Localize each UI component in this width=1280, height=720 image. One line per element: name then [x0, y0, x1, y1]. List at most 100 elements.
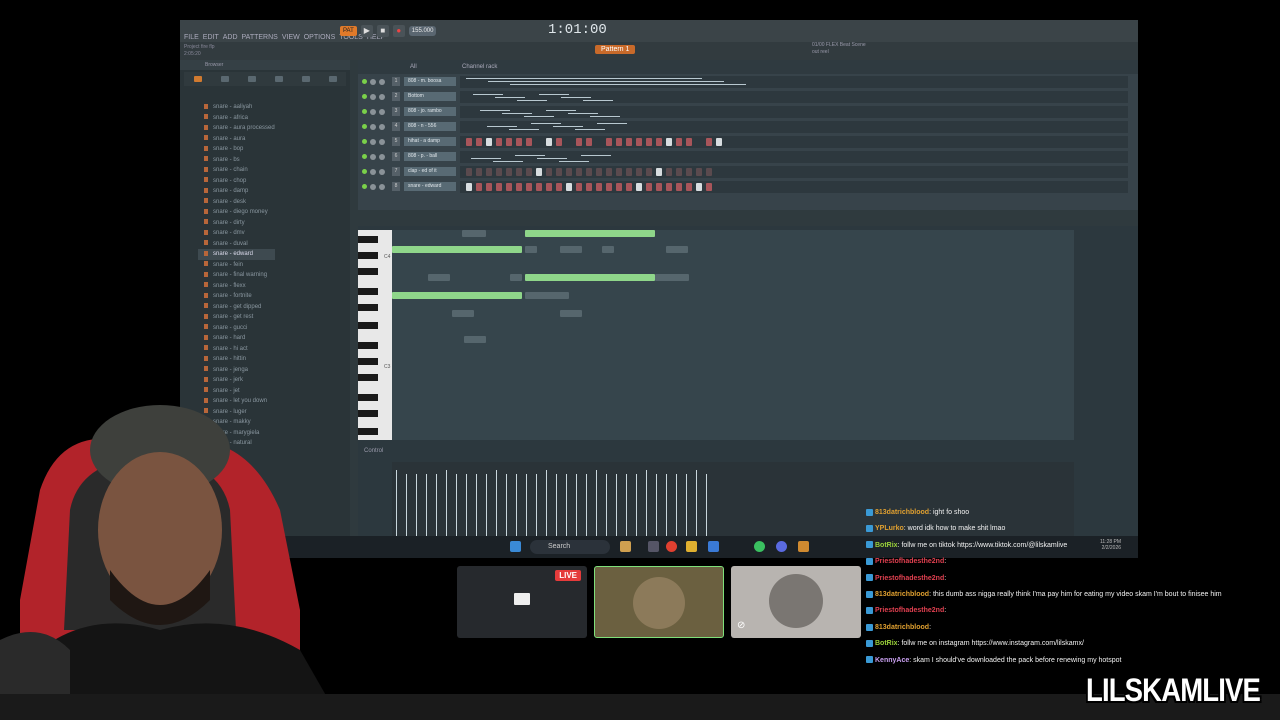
- pan-knob[interactable]: [370, 184, 376, 190]
- browser-tab-star[interactable]: [328, 76, 337, 82]
- browser-item[interactable]: snare - damp: [204, 186, 275, 197]
- midi-note[interactable]: [525, 230, 655, 237]
- pan-knob[interactable]: [370, 169, 376, 175]
- velocity-bar[interactable]: [526, 474, 527, 536]
- step-button[interactable]: [546, 138, 552, 146]
- black-key[interactable]: [358, 268, 378, 275]
- step-button[interactable]: [606, 138, 612, 146]
- channel-name-button[interactable]: 808 - m. boosa: [404, 77, 456, 86]
- channel-name-button[interactable]: hihat - a damp: [404, 137, 456, 146]
- step-button[interactable]: [526, 138, 532, 146]
- channel-pattern[interactable]: [460, 166, 1128, 178]
- pan-knob[interactable]: [370, 79, 376, 85]
- folder-icon[interactable]: [686, 541, 697, 552]
- chat-username[interactable]: YPLurko: [875, 525, 904, 532]
- step-button[interactable]: [546, 168, 552, 176]
- step-button[interactable]: [686, 168, 692, 176]
- browser-item[interactable]: snare - final warning: [204, 270, 275, 281]
- velocity-bar[interactable]: [686, 474, 687, 536]
- step-button[interactable]: [626, 183, 632, 191]
- midi-note[interactable]: [602, 246, 614, 253]
- black-key[interactable]: [358, 288, 378, 295]
- black-key[interactable]: [358, 236, 378, 243]
- velocity-bar[interactable]: [406, 474, 407, 536]
- midi-note[interactable]: [452, 310, 474, 317]
- step-button[interactable]: [536, 183, 542, 191]
- midi-note[interactable]: [462, 230, 486, 237]
- velocity-bar[interactable]: [476, 474, 477, 536]
- step-button[interactable]: [656, 183, 662, 191]
- midi-note[interactable]: [392, 246, 522, 253]
- step-button[interactable]: [516, 168, 522, 176]
- step-button[interactable]: [556, 138, 562, 146]
- volume-knob[interactable]: [379, 79, 385, 85]
- step-button[interactable]: [616, 183, 622, 191]
- channel-mute-led[interactable]: [362, 169, 367, 174]
- step-button[interactable]: [496, 138, 502, 146]
- velocity-bar[interactable]: [486, 474, 487, 536]
- step-button[interactable]: [626, 138, 632, 146]
- step-button[interactable]: [666, 138, 672, 146]
- channel-mute-led[interactable]: [362, 94, 367, 99]
- step-button[interactable]: [526, 183, 532, 191]
- browser-item[interactable]: snare - desk: [204, 197, 275, 208]
- velocity-bar[interactable]: [656, 474, 657, 536]
- volume-knob[interactable]: [379, 139, 385, 145]
- channel-row[interactable]: 3 808 - jo. rambo: [358, 106, 1138, 118]
- windows-start-icon[interactable]: [510, 541, 521, 552]
- browser-item[interactable]: snare - chain: [204, 165, 275, 176]
- store-icon[interactable]: [708, 541, 719, 552]
- browser-item[interactable]: snare - hittin: [204, 354, 275, 365]
- pan-knob[interactable]: [370, 109, 376, 115]
- pattern-selector[interactable]: Pattern 1: [595, 45, 636, 54]
- step-button[interactable]: [576, 183, 582, 191]
- menu-item-edit[interactable]: EDIT: [203, 34, 219, 41]
- velocity-bar[interactable]: [546, 470, 547, 536]
- channel-name-button[interactable]: snare - edward: [404, 182, 456, 191]
- velocity-bar[interactable]: [536, 474, 537, 536]
- taskbar-search[interactable]: Search: [530, 540, 610, 554]
- spotify-icon[interactable]: [754, 541, 765, 552]
- step-button[interactable]: [506, 138, 512, 146]
- volume-knob[interactable]: [379, 154, 385, 160]
- step-button[interactable]: [546, 183, 552, 191]
- pattern-song-toggle[interactable]: PAT: [340, 26, 357, 36]
- mixer-track-number[interactable]: 8: [392, 182, 400, 191]
- browser-item[interactable]: snare - jet: [204, 386, 275, 397]
- mixer-track-number[interactable]: 5: [392, 137, 400, 146]
- browser-item[interactable]: snare - aura: [204, 134, 275, 145]
- mixer-track-number[interactable]: 7: [392, 167, 400, 176]
- window-thumb-fl[interactable]: LIVE: [457, 566, 587, 638]
- channel-pattern[interactable]: [460, 106, 1128, 118]
- step-button[interactable]: [586, 168, 592, 176]
- black-key[interactable]: [358, 394, 378, 401]
- step-button[interactable]: [536, 168, 542, 176]
- mixer-track-number[interactable]: 4: [392, 122, 400, 131]
- app-icon[interactable]: [620, 541, 631, 552]
- pan-knob[interactable]: [370, 124, 376, 130]
- midi-note[interactable]: [392, 292, 522, 299]
- channel-row[interactable]: 7 clap - ed of it: [358, 166, 1138, 178]
- step-button[interactable]: [716, 138, 722, 146]
- step-button[interactable]: [596, 168, 602, 176]
- channel-row[interactable]: 2 Bottom: [358, 91, 1138, 103]
- volume-knob[interactable]: [379, 169, 385, 175]
- velocity-bar[interactable]: [626, 474, 627, 536]
- mixer-track-number[interactable]: 2: [392, 92, 400, 101]
- step-button[interactable]: [646, 168, 652, 176]
- channel-name-button[interactable]: 808 - n - 556: [404, 122, 456, 131]
- velocity-bar[interactable]: [396, 470, 397, 536]
- velocity-bar[interactable]: [636, 474, 637, 536]
- velocity-bar[interactable]: [666, 474, 667, 536]
- channel-name-button[interactable]: clap - ed of it: [404, 167, 456, 176]
- step-button[interactable]: [706, 138, 712, 146]
- volume-knob[interactable]: [379, 124, 385, 130]
- step-button[interactable]: [676, 168, 682, 176]
- black-key[interactable]: [358, 304, 378, 311]
- window-thumb-video[interactable]: [594, 566, 724, 638]
- midi-note[interactable]: [525, 274, 655, 281]
- midi-note[interactable]: [666, 246, 688, 253]
- velocity-bar[interactable]: [446, 470, 447, 536]
- step-button[interactable]: [696, 168, 702, 176]
- black-key[interactable]: [358, 252, 378, 259]
